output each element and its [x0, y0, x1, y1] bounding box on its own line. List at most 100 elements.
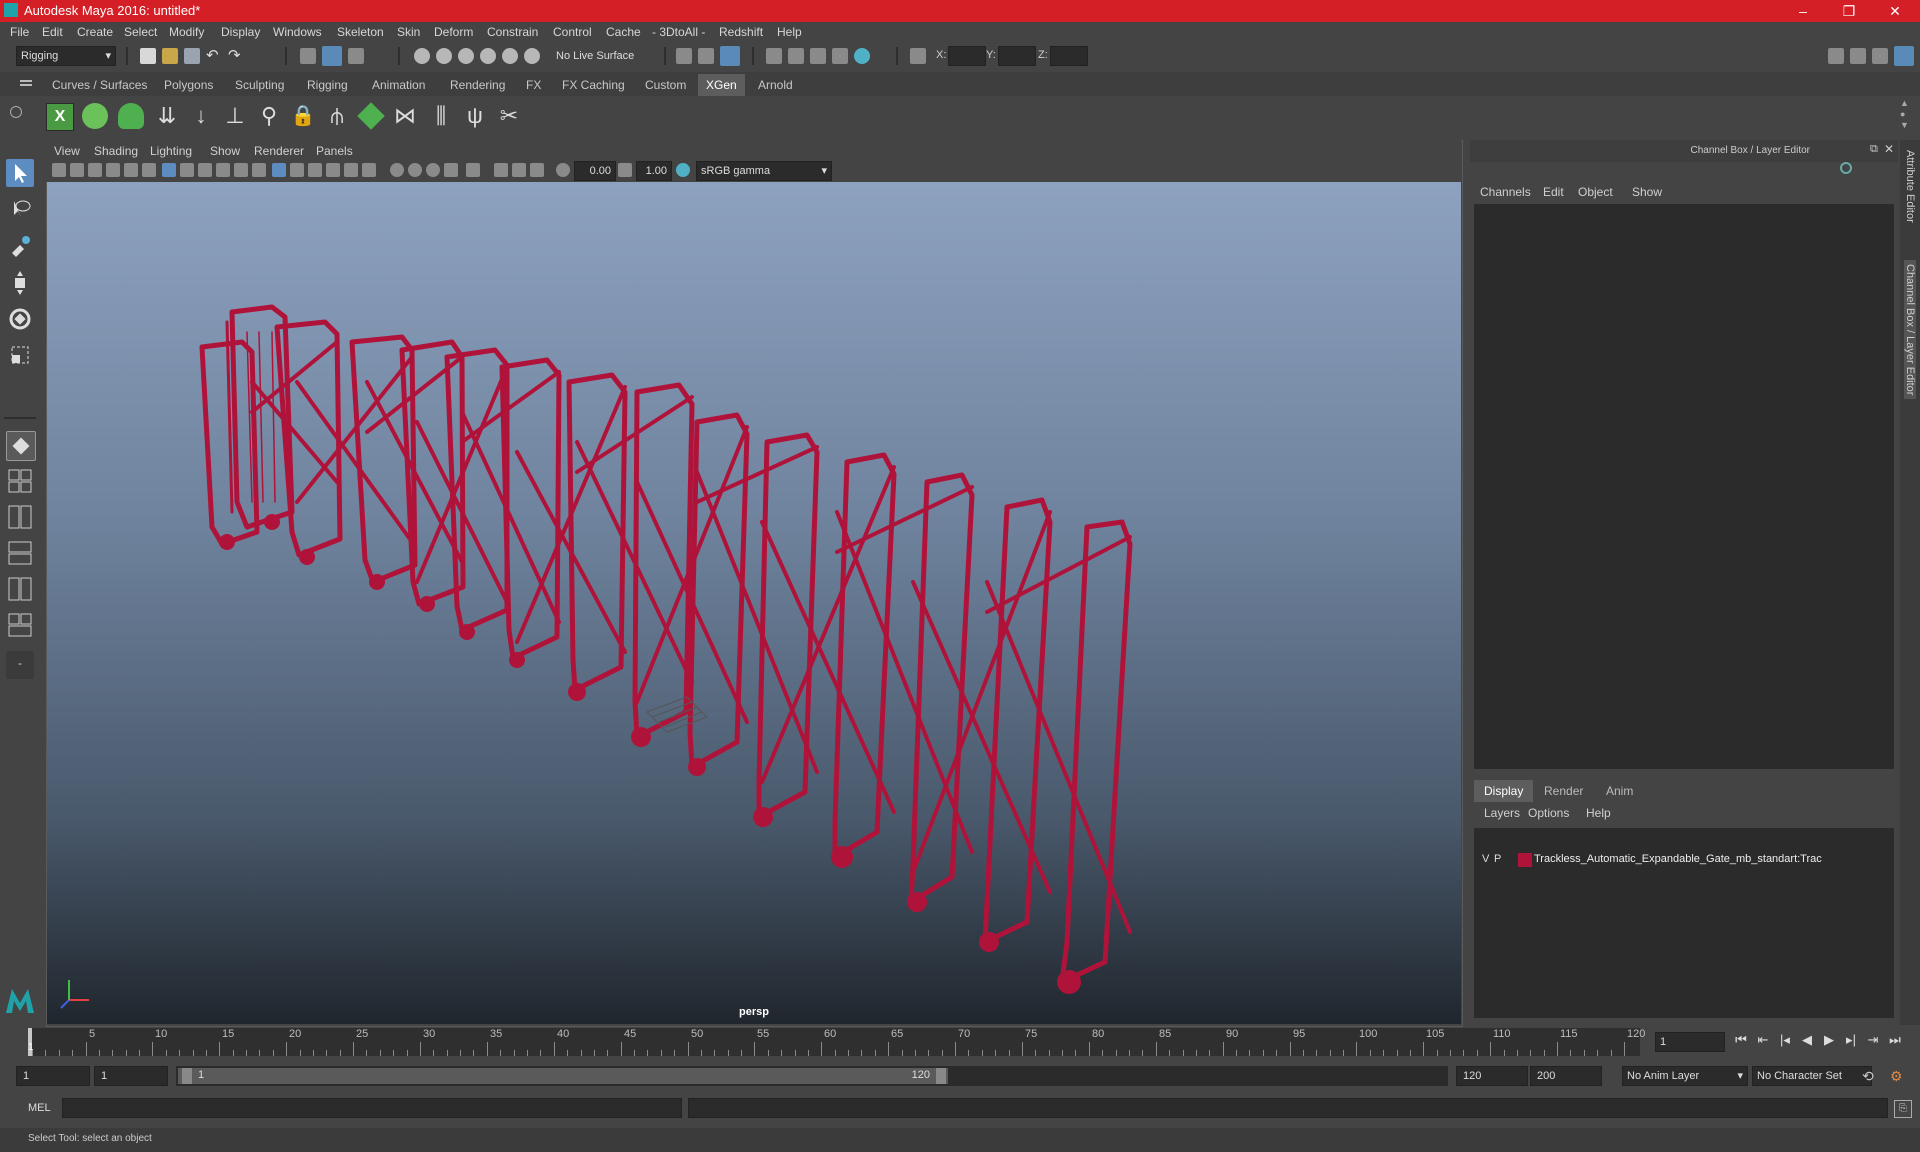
2d-pan-zoom-icon[interactable]: [124, 163, 138, 177]
x-field[interactable]: [948, 46, 986, 66]
open-scene-icon[interactable]: [162, 48, 178, 64]
menu-display[interactable]: Display: [221, 25, 260, 39]
menu-skeleton[interactable]: Skeleton: [337, 25, 384, 39]
step-forward-frame-icon[interactable]: ▸|: [1843, 1032, 1859, 1048]
exposure-field[interactable]: 0.00: [574, 161, 616, 181]
viewport-menu-show[interactable]: Show: [210, 144, 240, 158]
tab-rigging[interactable]: Rigging: [301, 76, 354, 94]
safe-action-icon[interactable]: [252, 163, 266, 177]
tab-sculpting[interactable]: Sculpting: [229, 76, 290, 94]
paint-select-tool-icon[interactable]: [6, 231, 34, 259]
image-plane-icon[interactable]: [106, 163, 120, 177]
current-frame-field[interactable]: 1: [1655, 1032, 1725, 1052]
xgen-create-description-icon[interactable]: [118, 103, 144, 129]
tab-display[interactable]: Display: [1474, 780, 1534, 802]
xgen-insert-guide-icon[interactable]: ⊥: [222, 103, 248, 129]
auto-key-icon[interactable]: ⟲: [1862, 1068, 1874, 1085]
playback-start-field[interactable]: 1: [94, 1066, 168, 1086]
xgen-preview-icon[interactable]: [82, 103, 108, 129]
persp-outliner-layout-icon[interactable]: [6, 503, 34, 531]
step-back-frame-icon[interactable]: |◂: [1777, 1032, 1793, 1048]
snap-grid-icon[interactable]: [414, 48, 430, 64]
time-slider[interactable]: 1 5 10 15 20 25 30 35 40 45 50 55 60 65 70 75 80 85 90 95 1…: [28, 1028, 1645, 1056]
range-slider-track[interactable]: 1 120: [176, 1066, 1448, 1086]
play-forward-icon[interactable]: ▶: [1821, 1032, 1837, 1048]
live-surface-label[interactable]: No Live Surface: [556, 50, 634, 62]
snap-point-icon[interactable]: [458, 48, 474, 64]
anim-layer-dropdown[interactable]: No Anim Layer ▾: [1622, 1066, 1748, 1086]
restore-icon[interactable]: ❐: [1826, 0, 1872, 22]
resolution-gate-icon[interactable]: [198, 163, 212, 177]
menu-constrain[interactable]: Constrain: [487, 25, 538, 39]
scale-tool-icon[interactable]: [6, 341, 34, 369]
xgen-cut-icon[interactable]: ✂: [496, 103, 522, 129]
range-end-handle-icon[interactable]: [936, 1068, 946, 1084]
range-start-handle-icon[interactable]: [182, 1068, 192, 1084]
channel-box-toggle-icon[interactable]: [1894, 46, 1914, 66]
viewport-menu-lighting[interactable]: Lighting: [150, 144, 192, 158]
tab-fx[interactable]: FX: [520, 76, 547, 94]
xray-active-icon[interactable]: [512, 163, 526, 177]
textured-icon[interactable]: [326, 163, 340, 177]
attribute-editor-tab[interactable]: Attribute Editor: [1904, 150, 1916, 223]
film-gate-icon[interactable]: [180, 163, 194, 177]
command-input[interactable]: [62, 1098, 682, 1118]
field-chart-icon[interactable]: [234, 163, 248, 177]
move-tool-icon[interactable]: [6, 269, 34, 297]
layer-visibility-toggle[interactable]: V: [1482, 853, 1489, 865]
viewport-menu-view[interactable]: View: [54, 144, 80, 158]
menu-windows[interactable]: Windows: [273, 25, 322, 39]
four-view-layout-icon[interactable]: [6, 467, 34, 495]
camera-attributes-icon[interactable]: [70, 163, 84, 177]
cb-menu-show[interactable]: Show: [1632, 185, 1662, 199]
viewport-menu-shading[interactable]: Shading: [94, 144, 138, 158]
go-to-start-icon[interactable]: ⏮: [1733, 1032, 1749, 1048]
tab-xgen[interactable]: XGen: [698, 74, 745, 96]
xray-joints-icon[interactable]: [530, 163, 544, 177]
hypershade-icon[interactable]: [854, 48, 870, 64]
menu-control[interactable]: Control: [553, 25, 592, 39]
shelf-options-icon[interactable]: [10, 106, 22, 118]
tab-polygons[interactable]: Polygons: [158, 76, 219, 94]
menu-3dtoall[interactable]: - 3DtoAll -: [652, 25, 705, 39]
layer-name[interactable]: Trackless_Automatic_Expandable_Gate_mb_s…: [1534, 853, 1822, 865]
step-back-key-icon[interactable]: ⇤: [1755, 1032, 1771, 1048]
lasso-tool-icon[interactable]: [6, 195, 34, 223]
tool-settings-icon[interactable]: [1872, 48, 1888, 64]
command-language-label[interactable]: MEL: [28, 1102, 51, 1114]
play-backward-icon[interactable]: ◀: [1799, 1032, 1815, 1048]
anti-aliasing-icon[interactable]: [426, 163, 440, 177]
xgen-lock-guide-icon[interactable]: 🔒: [290, 103, 316, 129]
color-space-dropdown[interactable]: sRGB gamma ▾: [696, 161, 832, 181]
input-ops-icon[interactable]: [676, 48, 692, 64]
ipr-render-icon[interactable]: [810, 48, 826, 64]
output-ops-icon[interactable]: [698, 48, 714, 64]
channel-box-options-icon[interactable]: [1838, 160, 1854, 176]
viewport-menu-renderer[interactable]: Renderer: [254, 144, 304, 158]
menu-edit[interactable]: Edit: [42, 25, 63, 39]
gate-mask-icon[interactable]: [216, 163, 230, 177]
z-field[interactable]: [1050, 46, 1088, 66]
use-all-lights-icon[interactable]: [344, 163, 358, 177]
render-settings-icon[interactable]: [832, 48, 848, 64]
step-forward-key-icon[interactable]: ⇥: [1865, 1032, 1881, 1048]
menu-select[interactable]: Select: [124, 25, 157, 39]
grease-pencil-icon[interactable]: [142, 163, 156, 177]
snap-surface-icon[interactable]: [524, 48, 540, 64]
menu-cache[interactable]: Cache: [606, 25, 641, 39]
xgen-comb-icon[interactable]: ψ: [462, 103, 488, 129]
le-menu-layers[interactable]: Layers: [1484, 806, 1520, 820]
undo-icon[interactable]: ↶: [206, 48, 222, 64]
tab-animation[interactable]: Animation: [366, 76, 431, 94]
script-editor-icon[interactable]: ⎘: [1894, 1100, 1912, 1118]
tab-curves-surfaces[interactable]: Curves / Surfaces: [46, 76, 153, 94]
attribute-editor-toggle-icon[interactable]: [1850, 48, 1866, 64]
render-frame-icon[interactable]: [788, 48, 804, 64]
tab-fx-caching[interactable]: FX Caching: [556, 76, 631, 94]
bookmark-icon[interactable]: [88, 163, 102, 177]
persp-hypershade-layout-icon[interactable]: [6, 575, 34, 603]
cb-menu-edit[interactable]: Edit: [1543, 185, 1564, 199]
viewport-canvas[interactable]: persp: [47, 182, 1461, 1024]
select-tool-icon[interactable]: [6, 159, 34, 187]
menu-set-dropdown[interactable]: Rigging ▾: [16, 46, 116, 66]
